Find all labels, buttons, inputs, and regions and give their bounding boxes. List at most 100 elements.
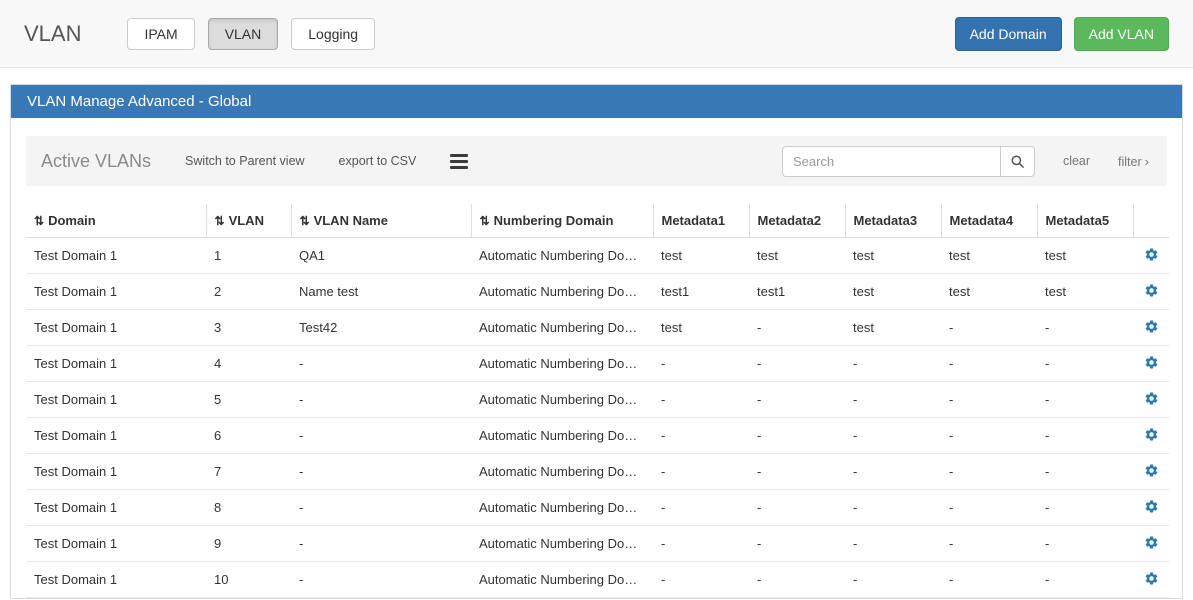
gear-icon[interactable] [1144,499,1159,514]
metadata2-cell: - [749,526,845,562]
numbering-domain-cell: Automatic Numbering Doma… [471,274,653,310]
metadata3-cell: test [845,274,941,310]
gear-icon[interactable] [1144,283,1159,298]
metadata4-cell: - [941,562,1037,598]
table-row: Test Domain 18-Automatic Numbering Doma…… [26,490,1169,526]
column-header-metadata1: Metadata1 [653,204,749,238]
numbering-domain-cell: Automatic Numbering Doma… [471,562,653,598]
metadata4-cell: - [941,526,1037,562]
row-actions-cell [1133,310,1169,346]
vlan-cell: 5 [206,382,291,418]
metadata5-cell: test [1037,274,1133,310]
gear-icon[interactable] [1144,463,1159,478]
vlan-name-cell: - [291,526,471,562]
gear-icon[interactable] [1144,355,1159,370]
vlan-manage-panel: VLAN Manage Advanced - Global Active VLA… [10,84,1183,599]
metadata2-cell: - [749,382,845,418]
clear-link[interactable]: clear [1063,154,1090,168]
gear-icon[interactable] [1144,247,1159,262]
column-label: VLAN Name [314,213,388,228]
row-actions-cell [1133,526,1169,562]
metadata5-cell: - [1037,310,1133,346]
numbering-domain-cell: Automatic Numbering Doma… [471,238,653,274]
metadata3-cell: - [845,346,941,382]
metadata5-cell: - [1037,346,1133,382]
row-actions-cell [1133,454,1169,490]
sort-icon: ⇅ [34,214,44,228]
gear-icon[interactable] [1144,571,1159,586]
domain-cell: Test Domain 1 [26,238,206,274]
search-input[interactable] [782,146,1000,177]
gear-icon[interactable] [1144,319,1159,334]
filter-link-label: filter [1118,155,1142,169]
vlan-table: ⇅ Domain ⇅VLAN ⇅ VLAN Name ⇅Numbering Doma… [26,204,1169,598]
column-header-domain[interactable]: ⇅ Domain [26,204,206,238]
toolbar-right-group: clear filter› [782,146,1149,177]
metadata4-cell: test [941,238,1037,274]
metadata4-cell: - [941,310,1037,346]
tab-ipam[interactable]: IPAM [127,18,194,50]
switch-parent-view-link[interactable]: Switch to Parent view [185,154,305,168]
vlan-name-cell: Test42 [291,310,471,346]
gear-icon[interactable] [1144,427,1159,442]
table-row: Test Domain 14-Automatic Numbering Doma…… [26,346,1169,382]
metadata2-cell: - [749,418,845,454]
vlan-cell: 10 [206,562,291,598]
metadata2-cell: test1 [749,274,845,310]
vlan-cell: 1 [206,238,291,274]
metadata1-cell: test [653,310,749,346]
column-header-metadata4: Metadata4 [941,204,1037,238]
add-vlan-button[interactable]: Add VLAN [1074,17,1169,51]
add-domain-button[interactable]: Add Domain [955,17,1062,51]
column-label: Domain [48,213,96,228]
metadata2-cell: - [749,346,845,382]
column-header-vlan[interactable]: ⇅VLAN [206,204,291,238]
metadata5-cell: test [1037,238,1133,274]
export-csv-link[interactable]: export to CSV [339,154,417,168]
tab-logging[interactable]: Logging [291,18,375,50]
metadata3-cell: test [845,238,941,274]
vlan-cell: 6 [206,418,291,454]
numbering-domain-cell: Automatic Numbering Doma… [471,418,653,454]
column-header-metadata3: Metadata3 [845,204,941,238]
table-row: Test Domain 19-Automatic Numbering Doma…… [26,526,1169,562]
tab-vlan[interactable]: VLAN [208,18,279,50]
vlan-name-cell: - [291,418,471,454]
vlan-cell: 8 [206,490,291,526]
metadata4-cell: - [941,490,1037,526]
sort-icon: ⇅ [300,214,310,228]
metadata1-cell: - [653,454,749,490]
metadata4-cell: - [941,346,1037,382]
domain-cell: Test Domain 1 [26,418,206,454]
numbering-domain-cell: Automatic Numbering Doma… [471,454,653,490]
sort-icon: ⇅ [480,214,490,228]
filter-link[interactable]: filter› [1118,154,1149,169]
hamburger-icon[interactable] [450,154,468,169]
metadata2-cell: - [749,454,845,490]
metadata1-cell: - [653,418,749,454]
chevron-right-icon: › [1145,154,1149,169]
search-button[interactable] [1000,146,1035,177]
domain-cell: Test Domain 1 [26,454,206,490]
numbering-domain-cell: Automatic Numbering Doma… [471,490,653,526]
domain-cell: Test Domain 1 [26,310,206,346]
vlan-table-body: Test Domain 11QA1Automatic Numbering Dom… [26,238,1169,598]
metadata5-cell: - [1037,562,1133,598]
vlan-name-cell: - [291,454,471,490]
domain-cell: Test Domain 1 [26,346,206,382]
page-title: VLAN [24,21,81,47]
metadata4-cell: - [941,418,1037,454]
active-vlans-heading: Active VLANs [41,151,151,172]
panel-title: VLAN Manage Advanced - Global [11,85,1182,118]
metadata3-cell: - [845,562,941,598]
domain-cell: Test Domain 1 [26,274,206,310]
metadata2-cell: - [749,562,845,598]
column-header-vlan-name[interactable]: ⇅ VLAN Name [291,204,471,238]
column-header-numbering-domain[interactable]: ⇅Numbering Domain [471,204,653,238]
metadata1-cell: test1 [653,274,749,310]
gear-icon[interactable] [1144,535,1159,550]
vlan-cell: 2 [206,274,291,310]
gear-icon[interactable] [1144,391,1159,406]
table-row: Test Domain 110-Automatic Numbering Doma… [26,562,1169,598]
row-actions-cell [1133,562,1169,598]
